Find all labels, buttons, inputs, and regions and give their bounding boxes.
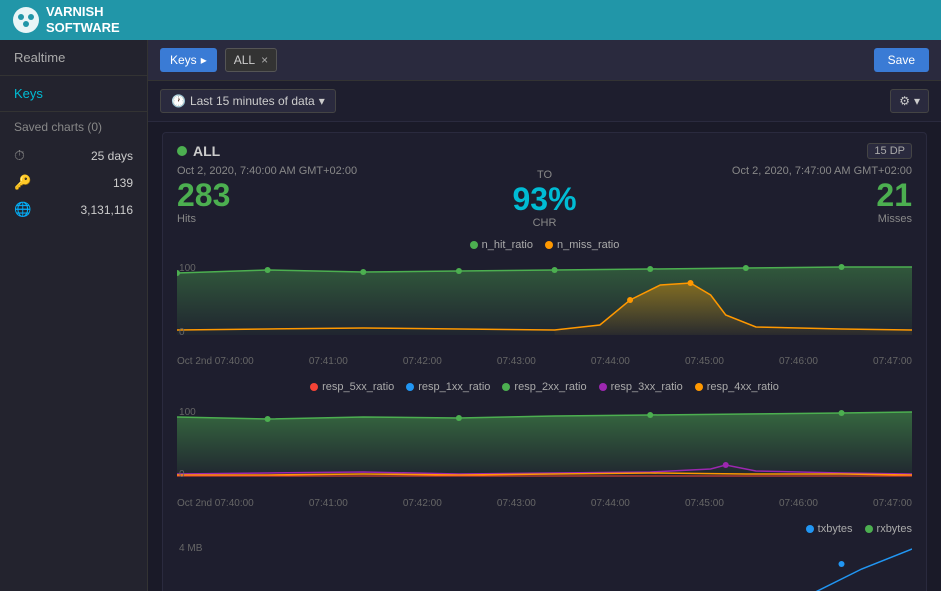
misses-label: Misses [667, 213, 912, 225]
chart-title-row: ALL [177, 143, 220, 159]
chart1-svg: 100 0 [177, 255, 912, 345]
settings-arrow: ▾ [914, 94, 920, 108]
sidebar-keys-link[interactable]: Keys [0, 76, 147, 111]
svg-text:100: 100 [179, 263, 196, 274]
stat-hits-value: 3,131,116 [81, 203, 134, 217]
svg-text:4 MB: 4 MB [179, 543, 203, 554]
chart2-x-labels: Oct 2nd 07:40:00 07:41:00 07:42:00 07:43… [177, 498, 912, 509]
legend-resp-1xx: resp_1xx_ratio [406, 381, 490, 393]
chart2-svg: 100 0 [177, 397, 912, 487]
toolbar: Keys ▸ ALL × Save [148, 40, 941, 81]
chr-label: CHR [422, 217, 667, 229]
legend-rxbytes: rxbytes [865, 523, 912, 535]
time-range-button[interactable]: 🕐 Last 15 minutes of data ▾ [160, 89, 336, 113]
keys-chevron: ▸ [201, 53, 207, 67]
legend-resp-4xx: resp_4xx_ratio [695, 381, 779, 393]
to-label: TO [422, 169, 667, 181]
topbar: VARNISH SOFTWARE [0, 0, 941, 40]
metric-hits: Oct 2, 2020, 7:40:00 AM GMT+02:00 283 Hi… [177, 165, 422, 225]
chart-card-all: ALL 15 DP Oct 2, 2020, 7:40:00 AM GMT+02… [162, 132, 927, 591]
legend-n-miss-ratio: n_miss_ratio [545, 239, 619, 251]
legend-resp-2xx: resp_2xx_ratio [502, 381, 586, 393]
stat-days-value: 25 days [91, 149, 133, 163]
chart-header: ALL 15 DP [177, 143, 912, 159]
legend-resp-5xx: resp_5xx_ratio [310, 381, 394, 393]
varnish-logo [12, 6, 40, 34]
chart3-svg: 4 MB 0 MB [177, 539, 912, 591]
metric-chr: TO 93% CHR [422, 165, 667, 229]
date-from: Oct 2, 2020, 7:40:00 AM GMT+02:00 [177, 165, 422, 177]
legend-txbytes: txbytes [806, 523, 853, 535]
chart-title: ALL [193, 143, 220, 159]
clock-icon: ⏱ [14, 147, 25, 164]
globe-icon: 🌐 [14, 201, 31, 218]
content-area: Keys ▸ ALL × Save 🕐 Last 15 minutes of d… [148, 40, 941, 591]
legend-resp-3xx: resp_3xx_ratio [599, 381, 683, 393]
saved-charts-label: Saved charts (0) [0, 111, 147, 142]
all-tag: ALL × [225, 48, 277, 72]
hits-value: 283 [177, 179, 422, 211]
hits-label: Hits [177, 213, 422, 225]
key-icon: 🔑 [14, 174, 31, 191]
stat-row-keys: 🔑 139 [0, 169, 147, 196]
chart1-container: 100 0 [177, 255, 912, 348]
misses-value: 21 [667, 179, 912, 211]
gear-icon: ⚙ [899, 94, 910, 108]
chr-value: 93% [422, 183, 667, 215]
sidebar: Realtime Keys Saved charts (0) ⏱ 25 days… [0, 40, 148, 591]
metric-misses: Oct 2, 2020, 7:47:00 AM GMT+02:00 21 Mis… [667, 165, 912, 225]
sub-toolbar: 🕐 Last 15 minutes of data ▾ ⚙ ▾ [148, 81, 941, 122]
legend-n-hit-ratio: n_hit_ratio [470, 239, 533, 251]
svg-text:100: 100 [179, 407, 196, 418]
stat-keys-value: 139 [113, 176, 133, 190]
stat-row-days: ⏱ 25 days [0, 142, 147, 169]
stat-row-hits: 🌐 3,131,116 [0, 196, 147, 223]
chart1-legend: n_hit_ratio n_miss_ratio [177, 239, 912, 251]
chart1-x-labels: Oct 2nd 07:40:00 07:41:00 07:42:00 07:43… [177, 356, 912, 367]
chart3-legend: txbytes rxbytes [177, 523, 912, 535]
clock-icon: 🕐 [171, 94, 186, 108]
dropdown-arrow: ▾ [319, 94, 325, 108]
chart2-legend: resp_5xx_ratio resp_1xx_ratio resp_2xx_r… [177, 381, 912, 393]
chart2-container: 100 0 [177, 397, 912, 490]
save-button[interactable]: Save [874, 48, 929, 72]
realtime-label: Realtime [0, 40, 147, 76]
chart-metrics: Oct 2, 2020, 7:40:00 AM GMT+02:00 283 Hi… [177, 165, 912, 229]
settings-button[interactable]: ⚙ ▾ [890, 89, 929, 113]
tag-close-button[interactable]: × [261, 53, 268, 67]
keys-button[interactable]: Keys ▸ [160, 48, 217, 72]
dp-badge[interactable]: 15 DP [867, 143, 912, 159]
brand-name: VARNISH SOFTWARE [46, 4, 120, 35]
charts-container: ALL 15 DP Oct 2, 2020, 7:40:00 AM GMT+02… [148, 122, 941, 591]
date-to: Oct 2, 2020, 7:47:00 AM GMT+02:00 [667, 165, 912, 177]
status-dot [177, 146, 187, 156]
chart3-container: 4 MB 0 MB [177, 539, 912, 591]
svg-text:0: 0 [179, 469, 185, 480]
svg-text:0: 0 [179, 327, 185, 338]
